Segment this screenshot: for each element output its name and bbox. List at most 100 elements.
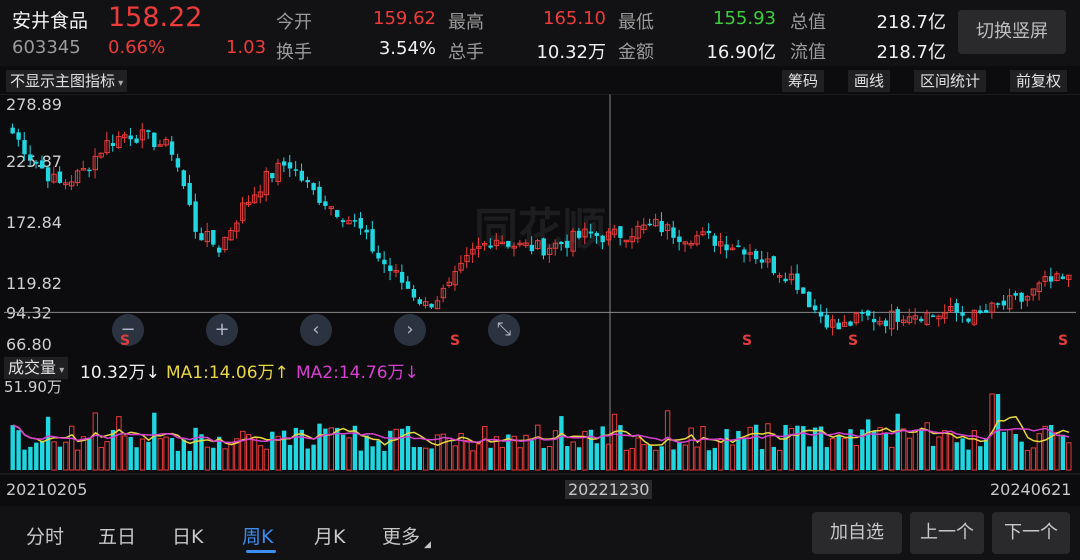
chevron-right-icon[interactable]: › bbox=[394, 314, 426, 346]
volume-bar bbox=[984, 438, 989, 470]
volume-bar bbox=[193, 427, 198, 470]
volume-bar bbox=[464, 439, 470, 471]
volume-bar bbox=[936, 436, 942, 471]
kline-chart[interactable]: 同花顺278.89225.87172.84119.8294.3266.8051.… bbox=[0, 94, 1080, 506]
volume-bar bbox=[570, 441, 576, 471]
quote-label-high: 最高 bbox=[448, 12, 484, 33]
volume-bar bbox=[641, 444, 647, 471]
volume-bar bbox=[69, 425, 75, 471]
volume-bar bbox=[240, 430, 246, 471]
tab-daily-k[interactable]: 日K bbox=[172, 522, 203, 549]
switch-portrait-button[interactable]: 切换竖屏 bbox=[958, 10, 1066, 54]
volume-bar bbox=[1001, 431, 1007, 470]
candle bbox=[335, 210, 340, 217]
date-end: 20240621 bbox=[990, 480, 1072, 499]
volume-bar bbox=[995, 394, 1001, 470]
quote-label-low: 最低 bbox=[618, 12, 654, 33]
main-indicator-select[interactable]: 不显示主图指标 ▾ bbox=[6, 70, 128, 92]
previous-stock-button[interactable]: 上一个 bbox=[910, 512, 984, 554]
candle bbox=[812, 305, 818, 311]
volume-bar bbox=[181, 439, 186, 470]
chips-button[interactable]: 筹码 bbox=[782, 70, 825, 92]
volume-bar bbox=[724, 429, 729, 470]
candle bbox=[376, 252, 381, 259]
volume-bar bbox=[417, 447, 422, 470]
candle bbox=[594, 233, 599, 236]
candle bbox=[966, 318, 971, 322]
candle bbox=[169, 141, 175, 155]
plus-icon[interactable]: + bbox=[206, 314, 238, 346]
candle bbox=[211, 230, 216, 245]
tab-weekly-k[interactable]: 周K bbox=[242, 522, 273, 549]
volume-bar bbox=[470, 450, 476, 471]
stock-price: 158.22 bbox=[108, 2, 203, 33]
draw-line-button[interactable]: 画线 bbox=[848, 70, 891, 92]
volume-bar bbox=[783, 424, 788, 470]
candle bbox=[978, 310, 983, 314]
candle bbox=[712, 235, 717, 246]
tab-monthly-k[interactable]: 月K bbox=[314, 522, 345, 549]
quote-value-low: 155.93 bbox=[713, 8, 776, 29]
tab-five-day[interactable]: 五日 bbox=[98, 522, 136, 549]
volume-bar bbox=[795, 425, 800, 470]
y-axis-label: 66.80 bbox=[6, 335, 52, 354]
candle bbox=[771, 256, 776, 274]
volume-bar bbox=[22, 449, 27, 470]
candle bbox=[287, 162, 293, 169]
shrink-icon[interactable]: ⤡ bbox=[488, 314, 520, 346]
candle bbox=[429, 303, 434, 308]
quote-label-float-cap: 流值 bbox=[790, 42, 826, 63]
volume-bar bbox=[28, 446, 33, 470]
candle bbox=[736, 245, 741, 247]
volume-bar bbox=[16, 430, 21, 470]
volume-indicator-select[interactable]: 成交量 ▾ bbox=[4, 357, 69, 379]
candle bbox=[1019, 292, 1024, 302]
tab-intraday[interactable]: 分时 bbox=[26, 522, 64, 549]
candle bbox=[919, 318, 924, 322]
chevron-left-icon[interactable]: ‹ bbox=[300, 314, 332, 346]
sell-marker: S bbox=[742, 333, 753, 349]
candle bbox=[311, 183, 316, 191]
sell-marker: S bbox=[120, 333, 131, 349]
candle bbox=[706, 230, 712, 234]
candle bbox=[600, 235, 605, 243]
quote-label-open: 今开 bbox=[276, 12, 312, 33]
next-stock-button[interactable]: 下一个 bbox=[992, 512, 1070, 554]
volume-bar bbox=[635, 437, 641, 471]
volume-bar bbox=[411, 447, 417, 470]
candle bbox=[317, 186, 322, 203]
volume-bar bbox=[978, 446, 983, 470]
volume-bar bbox=[251, 437, 258, 471]
candle bbox=[677, 236, 682, 243]
stock-change-value: 1.03 bbox=[226, 37, 267, 58]
add-watchlist-button[interactable]: 加自选 bbox=[812, 512, 902, 554]
volume-bar bbox=[517, 447, 523, 471]
stock-name: 安井食品 bbox=[12, 10, 89, 32]
volume-bar bbox=[529, 440, 535, 470]
volume-ma2: MA2:14.76万↓ bbox=[296, 363, 419, 383]
volume-bar bbox=[830, 438, 836, 471]
candle bbox=[818, 311, 824, 317]
volume-bar bbox=[199, 434, 204, 470]
tab-more[interactable]: 更多 bbox=[382, 522, 420, 549]
range-stats-button[interactable]: 区间统计 bbox=[914, 70, 987, 92]
volume-bar bbox=[1007, 429, 1013, 471]
volume-bar bbox=[659, 446, 664, 470]
candle bbox=[128, 135, 133, 140]
period-footer: 分时 五日 日K 周K 月K 更多 ◢ 加自选 上一个 下一个 bbox=[0, 506, 1080, 560]
volume-bar bbox=[146, 441, 151, 470]
forward-adjust-button[interactable]: 前复权 bbox=[1010, 70, 1068, 92]
candle bbox=[1060, 276, 1066, 279]
candle bbox=[352, 220, 358, 222]
volume-bar bbox=[706, 450, 712, 470]
volume-bar bbox=[919, 428, 924, 470]
candle bbox=[866, 310, 871, 316]
volume-bar bbox=[906, 437, 913, 471]
candle bbox=[281, 161, 287, 166]
candle bbox=[801, 287, 806, 294]
candle bbox=[895, 309, 900, 322]
volume-bar bbox=[889, 446, 895, 471]
volume-bar bbox=[257, 445, 264, 471]
candle bbox=[1013, 293, 1018, 296]
volume-bar bbox=[440, 433, 447, 471]
